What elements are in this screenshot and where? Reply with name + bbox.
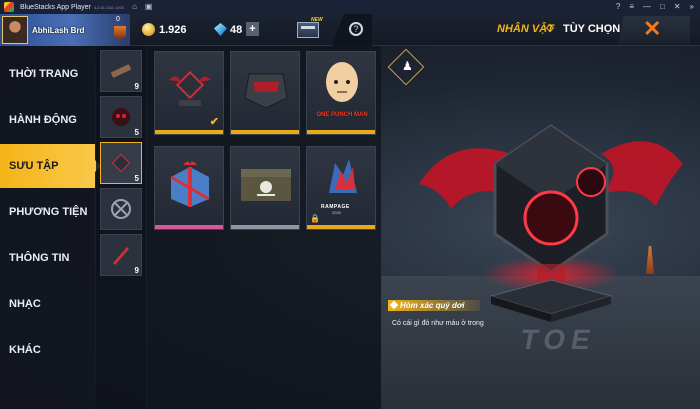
rarity-bar <box>231 225 299 229</box>
item-card-gift-box[interactable] <box>154 146 224 230</box>
windows-icon[interactable]: ▣ <box>145 3 153 11</box>
bat-coffin-icon <box>169 70 211 106</box>
subcategory-count: 9 <box>134 82 139 91</box>
rarity-bar <box>307 130 375 134</box>
weapon-icon <box>110 64 132 78</box>
avatar[interactable] <box>2 16 28 44</box>
subcategory-emblem[interactable] <box>100 188 142 230</box>
sidebar-item-music[interactable]: NHẠC <box>0 282 95 326</box>
subcategory-blade[interactable]: 9 <box>100 234 142 276</box>
subcategory-count: 5 <box>134 174 139 183</box>
emulator-version: 4.2.61.1111 1004 <box>93 4 125 10</box>
category-sidebar: THỜI TRANG HÀNH ĐỘNG SƯU TẬP PHƯƠNG TIỆN… <box>0 46 101 409</box>
emulator-title-bar: BlueStacks App Player 4.2.61.1111 1004 ⌂… <box>0 0 700 14</box>
mannequin-icon: ♟ <box>402 59 413 73</box>
lock-icon: 🔒 <box>310 214 320 223</box>
sidebar-item-collection[interactable]: SƯU TẬP <box>0 144 101 188</box>
crossed-circle-icon <box>111 199 131 219</box>
player-name: AbhiLash Brd <box>32 25 85 35</box>
gift-box-icon <box>170 161 210 207</box>
item-card-rampage[interactable]: RAMPAGE 2020 🔒 <box>306 146 376 230</box>
item-title: Hòm xác quỷ dơi <box>388 300 480 311</box>
subcategory-mask[interactable]: 5 <box>100 96 142 138</box>
subcategory-column: 9 5 5 9 <box>96 46 146 409</box>
minimize-button[interactable]: — <box>643 2 651 11</box>
support-icon[interactable]: ? <box>349 22 363 36</box>
item-showcase: TOE ♟ Hòm xác quỷ dơi Có cái gì đỏ như m… <box>381 46 700 409</box>
item-card-one-punch-man[interactable]: ONE PUNCH MAN <box>306 51 376 135</box>
tab-character[interactable]: NHÂN VẬT <box>497 23 554 35</box>
skull-chest-icon <box>241 169 291 201</box>
player-level: 0 <box>116 16 120 23</box>
emulator-title: BlueStacks App Player <box>20 3 91 11</box>
rarity-bar <box>155 130 223 134</box>
item-label: ONE PUNCH MAN <box>316 112 368 118</box>
subcategory-weapon[interactable]: 9 <box>100 50 142 92</box>
item-card-bat-coffin[interactable]: ✔ <box>154 51 224 135</box>
menu-icon[interactable]: ≡ <box>629 2 634 11</box>
mask-icon <box>112 108 130 126</box>
subcategory-lootbox[interactable]: 5 <box>100 142 142 184</box>
topup-diamond-button[interactable]: + <box>246 22 259 36</box>
tab-options[interactable]: TÙY CHỌN <box>563 23 620 35</box>
item-grid: ✔ ONE PUNCH MAN RAMPAGE 2020 🔒 <box>147 46 381 409</box>
road-marking: TOE <box>518 324 599 355</box>
item-description: Có cái gì đỏ như máu ở trong <box>392 320 484 327</box>
expand-sidebar-icon[interactable]: » <box>690 2 694 11</box>
rarity-bar <box>307 225 375 229</box>
gold-amount: 1.926 <box>159 24 187 36</box>
blade-icon <box>113 247 129 265</box>
close-window-button[interactable]: ✕ <box>674 2 681 11</box>
maximize-button[interactable]: □ <box>660 2 665 11</box>
sidebar-item-fashion[interactable]: THỜI TRANG <box>0 52 95 96</box>
help-icon[interactable]: ? <box>616 2 620 11</box>
bat-coffin-3d-model <box>419 124 683 322</box>
close-icon[interactable]: ✕ <box>643 18 661 40</box>
sidebar-item-vehicles[interactable]: PHƯƠNG TIỆN <box>0 190 95 234</box>
item-card-red-mask-box[interactable] <box>230 51 300 135</box>
item-info-panel: Hòm xác quỷ dơi Có cái gì đỏ như máu ở t… <box>388 300 498 344</box>
bluestacks-logo-icon <box>4 2 14 12</box>
diamond-icon <box>214 23 227 36</box>
item-card-pirate-chest[interactable] <box>230 146 300 230</box>
right-wing <box>601 141 683 206</box>
lootbox-icon <box>111 153 131 173</box>
mask-box-icon <box>244 73 288 109</box>
sidebar-item-info[interactable]: THÔNG TIN <box>0 236 95 280</box>
game-top-bar: AbhiLash Brd 0 1.926 48 + NEW ? NHÂN VẬT… <box>0 14 700 46</box>
new-badge: NEW <box>311 17 323 23</box>
diamond-amount: 48 <box>230 24 243 36</box>
game-window: BlueStacks App Player 4.2.61.1111 1004 ⌂… <box>0 0 700 409</box>
store-icon[interactable] <box>297 22 319 38</box>
sidebar-item-actions[interactable]: HÀNH ĐỘNG <box>0 98 95 142</box>
rampage-icon <box>329 159 357 193</box>
item-year: 2020 <box>332 210 341 215</box>
gold-coin-icon <box>142 23 155 36</box>
rarity-bar <box>231 130 299 134</box>
subcategory-count: 5 <box>134 128 139 137</box>
saitama-head-icon <box>326 62 358 102</box>
equipped-check-icon: ✔ <box>209 116 219 128</box>
subcategory-count: 9 <box>134 266 139 275</box>
home-icon[interactable]: ⌂ <box>132 3 137 11</box>
sidebar-item-other[interactable]: KHÁC <box>0 328 95 372</box>
rarity-bar <box>155 225 223 229</box>
player-profile[interactable]: AbhiLash Brd <box>0 14 130 46</box>
